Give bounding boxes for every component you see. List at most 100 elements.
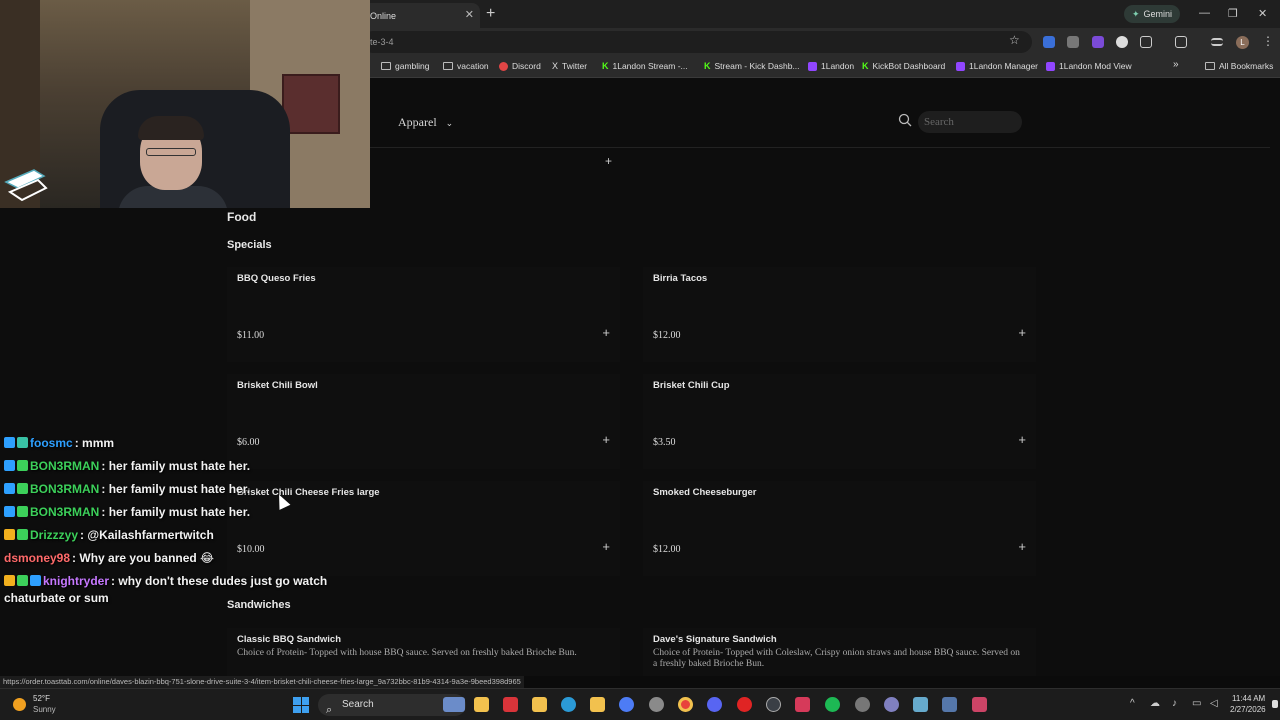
streamlabs-icon[interactable] xyxy=(884,697,899,712)
menu-item-card[interactable]: Birria Tacos $12.00 + xyxy=(643,267,1036,362)
chat-username: BON3RMAN xyxy=(30,482,100,496)
chevron-up-icon[interactable]: ^ xyxy=(1130,698,1135,709)
browser-tab[interactable]: Online ✕ xyxy=(362,3,480,28)
extension-icon[interactable] xyxy=(1116,36,1128,48)
menu-item-card[interactable]: BBQ Queso Fries $11.00 + xyxy=(227,267,620,362)
crown-badge-icon xyxy=(4,529,15,540)
menu-item-card[interactable]: Dave's Signature Sandwich Choice of Prot… xyxy=(643,628,1036,676)
network-cloud-icon[interactable]: ☁ xyxy=(1150,698,1160,709)
add-item-button[interactable]: + xyxy=(1018,325,1026,340)
add-item-button[interactable]: + xyxy=(602,432,610,447)
steam-icon[interactable] xyxy=(766,697,781,712)
bookmark-kickbot[interactable]: K KickBot Dashboard xyxy=(862,61,945,71)
item-description: Choice of Protein- Topped with Coleslaw,… xyxy=(653,648,1020,669)
chevron-down-icon: ⌄ xyxy=(445,118,454,128)
badge-icon xyxy=(4,460,15,471)
bookmark-landon-manager[interactable]: 1Landon Manager xyxy=(956,61,1038,71)
bookmark-vacation[interactable]: vacation xyxy=(443,61,489,71)
file-explorer-icon[interactable] xyxy=(474,697,489,712)
windows-taskbar: 52°F Sunny ⌕ Search ^ ☁ ♪ ▭ ◁ 11:44 AM 2… xyxy=(0,688,1280,720)
media-icon[interactable] xyxy=(1211,38,1223,46)
badge-icon xyxy=(17,575,28,586)
bookmark-landon-stream[interactable]: K 1Landon Stream -... xyxy=(602,61,688,71)
search-input[interactable] xyxy=(918,111,1022,133)
widgets-icon[interactable] xyxy=(443,697,465,712)
extension-icon[interactable] xyxy=(1067,36,1079,48)
clock-date[interactable]: 2/27/2026 xyxy=(1230,705,1266,714)
weather-description[interactable]: Sunny xyxy=(33,705,56,714)
menu-kebab-icon[interactable]: ⋮ xyxy=(1262,34,1274,48)
youtube-icon[interactable] xyxy=(737,697,752,712)
close-window-button[interactable]: ✕ xyxy=(1258,7,1267,20)
restore-button[interactable]: ❐ xyxy=(1228,7,1238,20)
microphone-icon[interactable]: ♪ xyxy=(1172,698,1177,709)
folder-icon xyxy=(443,62,453,70)
menu-item-card[interactable]: Classic BBQ Sandwich Choice of Protein- … xyxy=(227,628,620,676)
sun-icon[interactable] xyxy=(13,698,26,711)
bookmark-landon-mod-view[interactable]: 1Landon Mod View xyxy=(1046,61,1132,71)
twitch-extension-icon[interactable] xyxy=(1092,36,1104,48)
all-bookmarks-label: All Bookmarks xyxy=(1219,61,1274,71)
puzzle-icon[interactable] xyxy=(1140,36,1152,48)
shield-icon[interactable] xyxy=(972,697,987,712)
apparel-dropdown[interactable]: Apparel ⌄ xyxy=(398,115,453,130)
notification-icon[interactable] xyxy=(1272,700,1278,708)
add-item-button[interactable]: + xyxy=(602,539,610,554)
chat-message: BON3RMAN: her family must hate her. xyxy=(4,501,344,524)
cast-icon[interactable] xyxy=(1175,36,1187,48)
bookmark-label: 1Landon Manager xyxy=(969,61,1039,71)
search-icon xyxy=(898,113,912,132)
folder-icon[interactable] xyxy=(532,697,547,712)
bookmark-landon[interactable]: 1Landon xyxy=(808,61,854,71)
gemini-button[interactable]: ✦ Gemini xyxy=(1124,5,1181,23)
url-field[interactable]: te-3-4 xyxy=(362,31,1032,53)
bookmarks-overflow-button[interactable]: » xyxy=(1173,59,1179,70)
tool-icon[interactable] xyxy=(913,697,928,712)
calculator-icon[interactable] xyxy=(942,697,957,712)
all-bookmarks-button[interactable]: All Bookmarks xyxy=(1205,61,1273,71)
tab-close-icon[interactable]: ✕ xyxy=(465,8,474,21)
windows-start-icon[interactable] xyxy=(293,697,309,713)
item-name: Brisket Chili Cup xyxy=(653,380,730,391)
menu-item-card[interactable]: Smoked Cheeseburger $12.00 + xyxy=(643,481,1036,576)
bookmark-kick-dashboard[interactable]: K Stream - Kick Dashb... xyxy=(704,61,800,71)
vpn-icon[interactable] xyxy=(619,697,634,712)
kick-icon: K xyxy=(862,61,869,71)
clock-time[interactable]: 11:44 AM xyxy=(1232,694,1265,703)
edge-icon[interactable] xyxy=(561,697,576,712)
food-heading: Food xyxy=(227,210,257,224)
settings-icon[interactable] xyxy=(649,697,664,712)
app-icon[interactable] xyxy=(795,697,810,712)
new-tab-button[interactable]: + xyxy=(486,5,495,23)
add-item-button[interactable]: + xyxy=(1018,432,1026,447)
badge-icon xyxy=(17,460,28,471)
chrome-icon[interactable] xyxy=(678,697,693,712)
profile-avatar[interactable]: L xyxy=(1236,36,1249,49)
adobe-icon[interactable] xyxy=(503,697,518,712)
bookmark-star-icon[interactable]: ☆ xyxy=(1009,33,1020,47)
add-item-button[interactable]: + xyxy=(1018,539,1026,554)
bookmark-label: gambling xyxy=(395,61,430,71)
minimize-button[interactable]: — xyxy=(1199,7,1210,19)
extension-icon[interactable] xyxy=(1043,36,1055,48)
discord-icon[interactable] xyxy=(707,697,722,712)
weather-temperature[interactable]: 52°F xyxy=(33,694,50,703)
spotify-icon[interactable] xyxy=(825,697,840,712)
volume-icon[interactable]: ◁ xyxy=(1210,698,1218,709)
obs-icon[interactable] xyxy=(855,697,870,712)
bookmark-twitter[interactable]: X Twitter xyxy=(552,61,587,71)
item-name: Birria Tacos xyxy=(653,273,708,284)
add-item-button[interactable]: + xyxy=(605,154,612,168)
chat-username: knightryder xyxy=(43,574,110,588)
chat-message: BON3RMAN: her family must hate her. xyxy=(4,455,344,478)
store-icon[interactable] xyxy=(590,697,605,712)
item-name: Dave's Signature Sandwich xyxy=(653,634,777,645)
twitch-icon xyxy=(956,61,965,71)
display-icon[interactable]: ▭ xyxy=(1192,698,1201,709)
bookmark-discord[interactable]: Discord xyxy=(499,61,541,71)
bookmark-label: KickBot Dashboard xyxy=(872,61,946,71)
bookmark-gambling[interactable]: gambling xyxy=(381,61,430,71)
add-item-button[interactable]: + xyxy=(602,325,610,340)
menu-item-card[interactable]: Brisket Chili Cup $3.50 + xyxy=(643,374,1036,469)
badge-icon xyxy=(17,437,28,448)
